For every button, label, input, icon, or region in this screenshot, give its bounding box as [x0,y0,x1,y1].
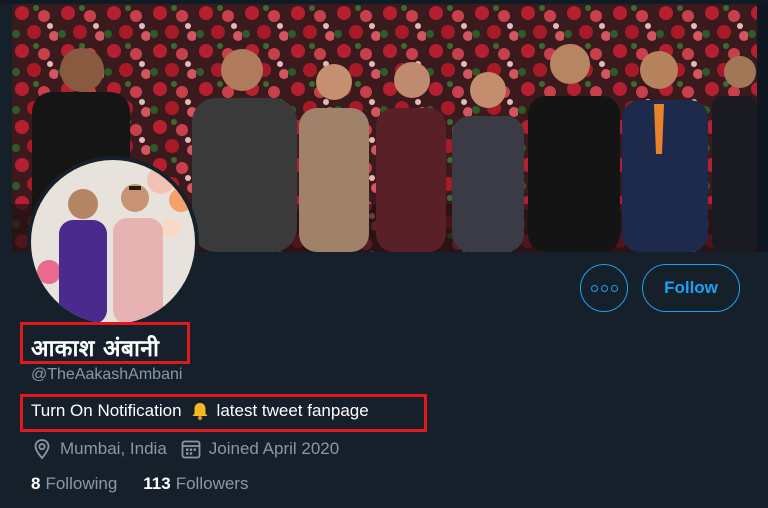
more-dots-icon [610,284,618,292]
more-options-button[interactable] [580,264,628,312]
followers-count: 113 [143,474,171,493]
followers-label: Followers [175,474,249,493]
joined-info: Joined April 2020 [180,438,339,460]
follow-button[interactable]: Follow [642,264,740,312]
display-name: आकाश अंबानी [31,336,160,362]
profile-header: Follow आकाश अंबानी @TheAakashAmbani Turn… [0,0,768,508]
bell-icon [192,403,208,421]
joined-text: Joined April 2020 [208,439,340,458]
user-handle: @TheAakashAmbani [31,366,183,383]
followers-link[interactable]: 113 Followers [143,474,248,494]
following-count: 8 [31,474,41,493]
calendar-icon [181,440,201,459]
bio: Turn On Notification latest tweet fanpag… [31,401,369,421]
follow-stats: 8 Following 113 Followers [31,474,248,494]
bio-text-start: Turn On Notification [31,401,182,420]
more-dots-icon [600,284,608,292]
location-pin-icon [34,439,50,460]
more-dots-icon [590,284,598,292]
profile-meta: Mumbai, India Joined April 2020 [31,437,339,461]
bio-text-end: latest tweet fanpage [216,401,369,420]
following-link[interactable]: 8 Following [31,474,117,494]
following-label: Following [45,474,118,493]
location-text: Mumbai, India [60,439,167,458]
avatar[interactable] [27,156,199,328]
scroll-edge [757,4,768,252]
